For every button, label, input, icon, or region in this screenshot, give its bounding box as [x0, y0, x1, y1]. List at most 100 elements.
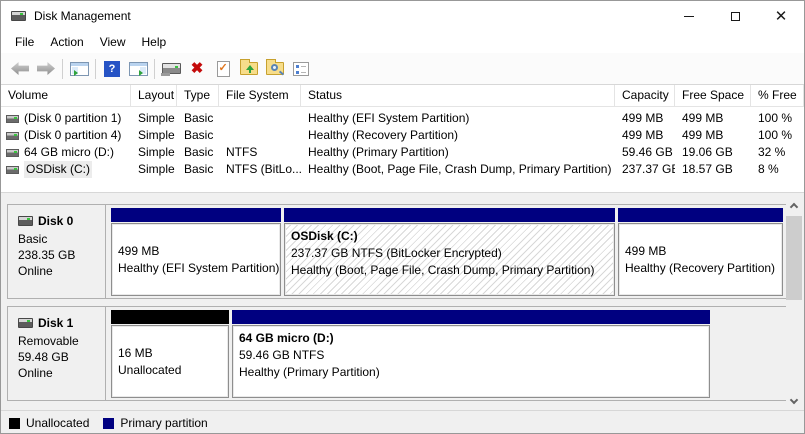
mark-partition-active-button[interactable]: ✓ [210, 57, 236, 81]
primary-partition-swatch [103, 418, 114, 429]
partition-status: Healthy (Recovery Partition) [625, 260, 776, 277]
menu-help[interactable]: Help [134, 31, 175, 53]
document-check-icon: ✓ [217, 61, 230, 77]
disk-capacity: 59.48 GB [18, 349, 105, 365]
disk-name: Disk 0 [38, 213, 73, 229]
type-cell: Basic [177, 127, 219, 144]
table-row-selected[interactable]: OSDisk (C:) Simple Basic NTFS (BitLo... … [1, 161, 804, 178]
free-space-cell: 19.06 GB [675, 144, 751, 161]
toolbar-separator [154, 59, 155, 79]
volume-cell: (Disk 0 partition 4) [1, 127, 131, 144]
back-arrow-icon [11, 62, 29, 75]
help-button[interactable]: ? [99, 57, 125, 81]
type-cell: Basic [177, 144, 219, 161]
vertical-scrollbar[interactable] [786, 197, 802, 410]
status-cell: Healthy (Primary Partition) [301, 144, 615, 161]
disk-1-row: Disk 1 Removable 59.48 GB Online 16 MB U… [7, 306, 787, 401]
free-space-cell: 18.57 GB [675, 161, 751, 178]
disk-0-label[interactable]: Disk 0 Basic 238.35 GB Online [8, 205, 106, 298]
partition-body: 499 MB Healthy (Recovery Partition) [618, 223, 783, 296]
partition-64gb-micro-d[interactable]: 64 GB micro (D:) 59.46 GB NTFS Healthy (… [232, 310, 710, 398]
capacity-cell: 499 MB [615, 127, 675, 144]
partition-body: 499 MB Healthy (EFI System Partition) [111, 223, 281, 296]
console-tree-toggle-button[interactable] [66, 57, 92, 81]
partition-size: 16 MB [118, 345, 222, 362]
partition-status: Unallocated [118, 362, 222, 379]
maximize-button[interactable] [712, 1, 758, 31]
layout-cell: Simple [131, 161, 177, 178]
toolbar-separator [62, 59, 63, 79]
file-system-cell: NTFS [219, 144, 301, 161]
partition-unallocated[interactable]: 16 MB Unallocated [111, 310, 229, 398]
column-header-file-system[interactable]: File System [219, 85, 301, 106]
partition-recovery[interactable]: 499 MB Healthy (Recovery Partition) [618, 208, 783, 296]
menu-file[interactable]: File [7, 31, 42, 53]
volume-cell: 64 GB micro (D:) [1, 144, 131, 161]
menu-view[interactable]: View [92, 31, 134, 53]
column-header-volume[interactable]: Volume [1, 85, 131, 106]
title-bar: Disk Management ✕ [1, 1, 804, 31]
file-system-cell: NTFS (BitLo... [219, 161, 301, 178]
legend-item-primary-partition: Primary partition [103, 416, 207, 430]
status-cell: Healthy (EFI System Partition) [301, 110, 615, 127]
volume-icon [6, 115, 19, 123]
partition-color-bar [618, 208, 783, 222]
scroll-up-button[interactable] [786, 197, 802, 214]
disk-icon [18, 318, 33, 328]
column-header-pct-free[interactable]: % Free [751, 85, 804, 106]
disk-device-icon [162, 63, 181, 74]
partition-size: 499 MB [118, 243, 274, 260]
partition-status: Healthy (Primary Partition) [239, 364, 703, 381]
column-header-layout[interactable]: Layout [131, 85, 177, 106]
capacity-cell: 499 MB [615, 110, 675, 127]
unallocated-swatch [9, 418, 20, 429]
column-header-capacity[interactable]: Capacity [615, 85, 675, 106]
close-icon: ✕ [775, 9, 788, 24]
free-space-cell: 499 MB [675, 110, 751, 127]
column-header-status[interactable]: Status [301, 85, 615, 106]
disk-kind: Basic [18, 231, 105, 247]
disk-device-button[interactable] [158, 57, 184, 81]
disk-management-window: Disk Management ✕ File Action View Help … [0, 0, 805, 434]
open-button[interactable] [236, 57, 262, 81]
legend-item-unallocated: Unallocated [9, 416, 89, 430]
capacity-cell: 237.37 GB [615, 161, 675, 178]
column-header-free-space[interactable]: Free Space [675, 85, 751, 106]
table-row[interactable]: (Disk 0 partition 4) Simple Basic Health… [1, 127, 804, 144]
pct-free-cell: 100 % [751, 110, 804, 127]
toolbar: ? ✖ ✓ [1, 53, 804, 85]
disk-1-label[interactable]: Disk 1 Removable 59.48 GB Online [8, 307, 106, 400]
window-title: Disk Management [34, 9, 131, 23]
minimize-button[interactable] [666, 1, 712, 31]
back-button[interactable] [7, 57, 33, 81]
layout-cell: Simple [131, 127, 177, 144]
table-row[interactable]: (Disk 0 partition 1) Simple Basic Health… [1, 110, 804, 127]
table-row[interactable]: 64 GB micro (D:) Simple Basic NTFS Healt… [1, 144, 804, 161]
column-header-type[interactable]: Type [177, 85, 219, 106]
partition-body: 16 MB Unallocated [111, 325, 229, 398]
scrollbar-thumb[interactable] [786, 216, 802, 300]
partition-body: OSDisk (C:) 237.37 GB NTFS (BitLocker En… [284, 223, 615, 296]
volume-icon [6, 132, 19, 140]
partition-status: Healthy (EFI System Partition) [118, 260, 274, 277]
forward-button[interactable] [33, 57, 59, 81]
volume-icon [6, 166, 19, 174]
explore-button[interactable] [262, 57, 288, 81]
legend-label: Primary partition [120, 416, 207, 430]
delete-volume-button[interactable]: ✖ [184, 57, 210, 81]
graphical-view-pane: Disk 0 Basic 238.35 GB Online 499 MB Hea… [1, 197, 804, 410]
partition-color-bar [284, 208, 615, 222]
action-pane-toggle-button[interactable] [125, 57, 151, 81]
menu-action[interactable]: Action [42, 31, 91, 53]
type-cell: Basic [177, 161, 219, 178]
partition-osdisk-c-selected[interactable]: OSDisk (C:) 237.37 GB NTFS (BitLocker En… [284, 208, 615, 296]
volume-list: (Disk 0 partition 1) Simple Basic Health… [1, 107, 804, 192]
legend-label: Unallocated [26, 416, 89, 430]
menu-bar: File Action View Help [1, 31, 804, 53]
properties-list-button[interactable] [288, 57, 314, 81]
close-button[interactable]: ✕ [758, 1, 804, 31]
scroll-down-button[interactable] [786, 393, 802, 410]
pct-free-cell: 100 % [751, 127, 804, 144]
partition-efi-system[interactable]: 499 MB Healthy (EFI System Partition) [111, 208, 281, 296]
folder-up-arrow-icon [240, 62, 258, 75]
